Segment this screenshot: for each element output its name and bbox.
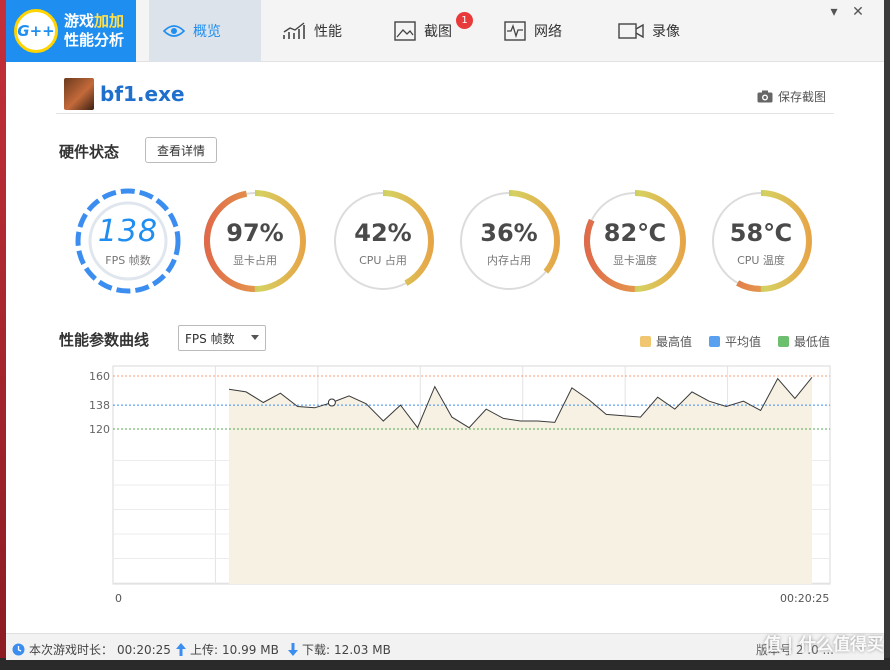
metric-select[interactable]: FPS 帧数 — [178, 325, 266, 351]
logo-line1: 游戏 — [64, 12, 95, 30]
tab-overview-label: 概览 — [193, 24, 221, 40]
x-start-label: 0 — [115, 592, 122, 605]
pulse-icon — [504, 21, 526, 41]
gauge-label: 显卡占用 — [233, 254, 277, 267]
gpu-usage-gauge: 97% 显卡占用 — [200, 186, 310, 296]
duration-value: 00:20:25 — [117, 642, 171, 657]
hardware-status-title: 硬件状态 — [59, 143, 120, 161]
camera-icon — [757, 90, 773, 103]
logo-text: 游戏加加 性能分析 — [64, 12, 124, 50]
tab-performance-label: 性能 — [314, 24, 342, 40]
process-header: bf1.exe 保存截图 — [56, 76, 834, 114]
play-duration: 本次游戏时长： 00:20:25 — [12, 641, 171, 658]
chart-plot-area — [112, 365, 831, 585]
legend-swatch — [709, 336, 720, 347]
gauge-value: 97% — [226, 219, 284, 247]
hover-point-marker — [327, 398, 336, 407]
download-value: 12.03 MB — [334, 642, 391, 657]
performance-chart: 160 138 120 0 00:20:25 — [6, 362, 884, 612]
upload-label: 上传: — [190, 643, 219, 657]
app-window: G++ 游戏加加 性能分析 概览 性能 截图 1 网络 录像 ▾ ✕ bf1.e… — [6, 0, 884, 660]
view-details-button[interactable]: 查看详情 — [145, 137, 217, 163]
memory-usage-gauge: 36% 内存占用 — [454, 186, 564, 296]
legend-swatch — [778, 336, 789, 347]
arrow-up-icon — [176, 643, 186, 656]
legend-label: 平均值 — [725, 335, 762, 349]
video-icon — [618, 23, 644, 39]
desktop-background-right — [884, 0, 890, 670]
gauge-value: 138 — [97, 214, 159, 249]
tab-network[interactable]: 网络 — [490, 0, 590, 62]
tab-overview[interactable]: 概览 — [149, 0, 261, 62]
top-navigation-bar: G++ 游戏加加 性能分析 概览 性能 截图 1 网络 录像 ▾ ✕ — [6, 0, 884, 62]
cpu-temperature-gauge: 58℃ CPU 温度 — [706, 186, 816, 296]
legend-label: 最低值 — [794, 335, 831, 349]
save-screenshot-button[interactable]: 保存截图 — [757, 88, 826, 105]
minimize-dropdown-button[interactable]: ▾ — [824, 4, 844, 20]
tab-network-label: 网络 — [534, 24, 562, 40]
status-bar: 本次游戏时长： 00:20:25 上传: 10.99 MB 下载: 12.03 MB … — [6, 633, 884, 660]
upload-value: 10.99 MB — [222, 642, 279, 657]
close-button[interactable]: ✕ — [848, 4, 868, 20]
trend-chart-icon — [283, 22, 305, 39]
gauge-label: 内存占用 — [487, 254, 531, 267]
app-logo: G++ 游戏加加 性能分析 — [6, 0, 136, 62]
gpu-temperature-gauge: 82℃ 显卡温度 — [580, 186, 690, 296]
gauge-label: CPU 温度 — [737, 254, 785, 267]
tab-performance[interactable]: 性能 — [268, 0, 368, 62]
logo-line2: 性能分析 — [64, 31, 125, 49]
fps-gauge: 138 FPS 帧数 — [73, 186, 183, 296]
legend-max: 最高值 — [640, 333, 692, 350]
game-avatar — [64, 78, 94, 110]
legend-label: 最高值 — [656, 335, 693, 349]
eye-icon — [163, 25, 185, 37]
gauge-value: 58℃ — [729, 219, 793, 247]
download-label: 下载: — [302, 643, 331, 657]
tab-screenshot[interactable]: 截图 — [380, 0, 480, 62]
metric-select-value: FPS 帧数 — [185, 331, 235, 346]
watermark: 值 | 什么值得买 — [763, 635, 884, 655]
tab-screenshot-label: 截图 — [424, 24, 452, 40]
gauge-label: FPS 帧数 — [105, 254, 151, 267]
download-stat: 下载: 12.03 MB — [288, 641, 391, 658]
duration-label: 本次游戏时长： — [29, 643, 114, 657]
legend-min: 最低值 — [778, 333, 830, 350]
legend-swatch — [640, 336, 651, 347]
clock-icon — [12, 643, 25, 656]
cpu-usage-gauge: 42% CPU 占用 — [328, 186, 438, 296]
screenshot-count-badge: 1 — [456, 12, 473, 29]
gauge-value: 42% — [354, 219, 412, 247]
tab-recording-label: 录像 — [652, 24, 680, 40]
chart-title: 性能参数曲线 — [59, 331, 150, 349]
upload-stat: 上传: 10.99 MB — [176, 641, 279, 658]
picture-icon — [394, 21, 416, 41]
gauge-label: CPU 占用 — [359, 254, 407, 267]
legend-avg: 平均值 — [709, 333, 761, 350]
logo-line1-accent: 加加 — [94, 12, 125, 30]
logo-badge: G++ — [14, 9, 58, 53]
gauge-label: 显卡温度 — [613, 254, 657, 267]
process-name: bf1.exe — [100, 82, 185, 106]
chevron-down-icon — [251, 335, 259, 340]
x-end-label: 00:20:25 — [780, 592, 830, 605]
gauge-value: 36% — [480, 219, 538, 247]
gauge-value: 82℃ — [603, 219, 667, 247]
save-screenshot-label: 保存截图 — [777, 90, 826, 104]
tab-recording[interactable]: 录像 — [604, 0, 704, 62]
arrow-down-icon — [288, 643, 298, 656]
